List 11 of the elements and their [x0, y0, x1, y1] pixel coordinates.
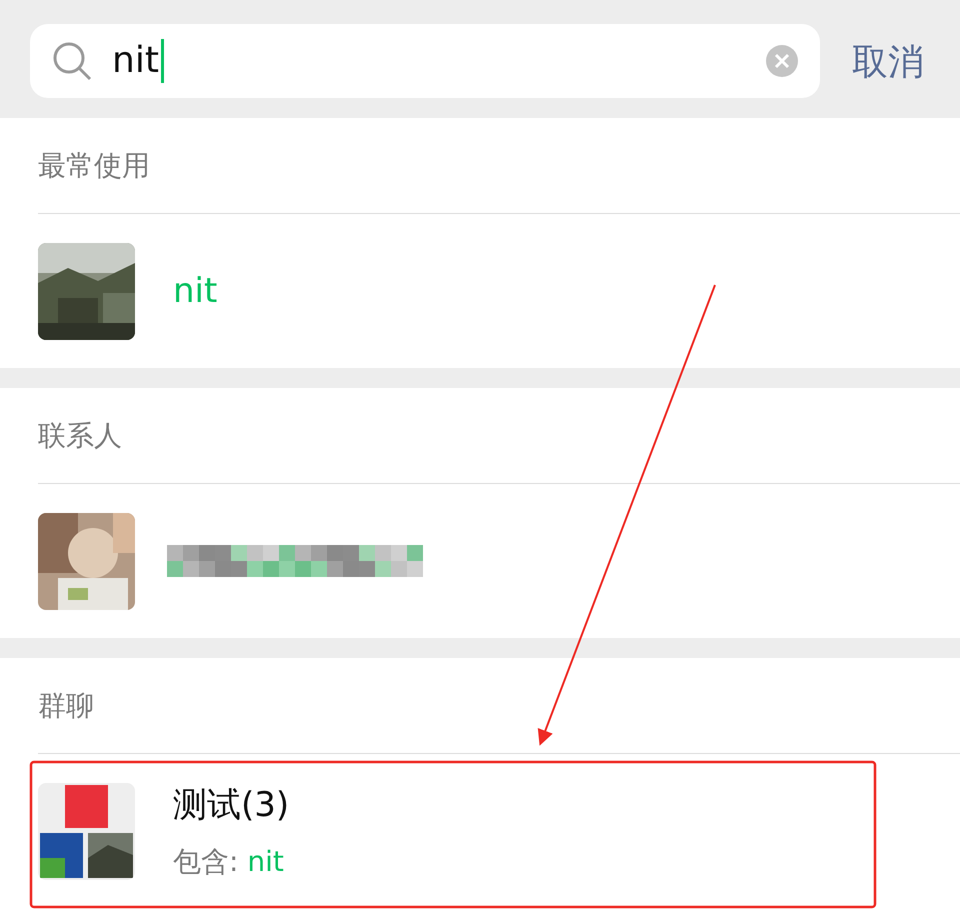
match-detail: 包含: nit	[173, 844, 285, 880]
clear-icon[interactable]	[766, 45, 798, 77]
group-name: 测试(3)	[173, 784, 290, 826]
section-title: 最常使用	[38, 148, 150, 184]
search-field[interactable]: nit	[30, 24, 820, 98]
section-title: 联系人	[38, 418, 122, 454]
search-text: nit	[112, 43, 159, 79]
section-title: 群聊	[38, 688, 94, 724]
search-icon	[52, 41, 92, 81]
cancel-button[interactable]: 取消	[844, 36, 932, 90]
contact-name: nit	[173, 270, 218, 312]
